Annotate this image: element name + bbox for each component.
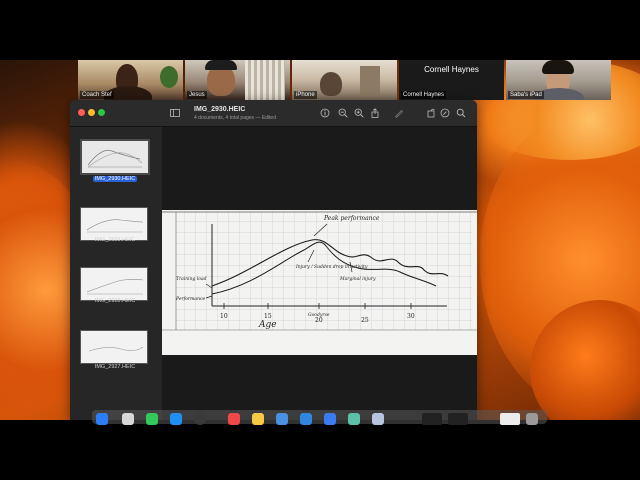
participant-name: iPhone — [294, 91, 317, 99]
rotate-icon[interactable] — [426, 108, 436, 118]
thumbnail-sidebar: IMG_2930.HEIC IMG_2929.HEIC IMG_2928.HEI… — [70, 127, 162, 420]
video-tiles: Coach Stef Jesus iPhone Cornell Haynes C… — [78, 60, 612, 100]
preview-icon[interactable] — [276, 413, 288, 425]
zoom-button[interactable] — [98, 109, 105, 116]
sketch-tick-label: 20 — [315, 317, 323, 324]
participant-name: Cornell Haynes — [401, 91, 447, 99]
markup-toolbar-icon[interactable] — [440, 108, 450, 118]
sketch-photo: Peak performance Age Training load Perfo… — [162, 210, 477, 355]
messages-icon[interactable] — [146, 413, 158, 425]
zoom-in-icon[interactable] — [354, 108, 364, 118]
window-title: IMG_2930.HEIC — [194, 106, 246, 113]
participant-name: Coach Stef — [80, 91, 114, 99]
minimize-button[interactable] — [88, 109, 95, 116]
window-thumbnail[interactable] — [500, 413, 520, 425]
sidebar-icon[interactable] — [170, 108, 180, 118]
document-viewer[interactable]: Peak performance Age Training load Perfo… — [162, 127, 477, 420]
zoom-out-icon[interactable] — [338, 108, 348, 118]
video-tile[interactable]: iPhone — [292, 60, 397, 100]
app-icon[interactable] — [372, 413, 384, 425]
info-icon[interactable] — [320, 108, 330, 118]
dock — [92, 410, 547, 425]
participant-name: Saba's iPad — [508, 91, 544, 99]
window-titlebar[interactable]: IMG_2930.HEIC 4 documents, 4 total pages… — [70, 100, 477, 127]
window-subtitle: 4 documents, 4 total pages — Edited — [194, 115, 276, 121]
launchpad-icon[interactable] — [122, 413, 134, 425]
video-tile[interactable]: Coach Stef — [78, 60, 183, 100]
thumbnail-image[interactable] — [80, 207, 148, 241]
sketch-tick-label: 10 — [220, 313, 228, 320]
thumbnail-label: IMG_2927.HEIC — [94, 364, 136, 370]
sketch-ylabel-bottom: Performance — [175, 296, 206, 302]
safari-icon[interactable] — [300, 413, 312, 425]
sketch-annotation: Injury / Sudden drop in activity — [295, 264, 368, 270]
video-tile[interactable]: Jesus — [185, 60, 290, 100]
thumbnail-label: IMG_2930.HEIC — [92, 176, 138, 182]
finder-icon[interactable] — [96, 413, 108, 425]
participant-name: Jesus — [187, 91, 207, 99]
sketch-annotation: Marginal injury — [339, 276, 376, 282]
window-thumbnail[interactable] — [422, 413, 442, 425]
sketch-title: Peak performance — [323, 215, 380, 222]
preview-window: IMG_2930.HEIC 4 documents, 4 total pages… — [70, 100, 477, 420]
sketch-ylabel-top: Training load — [176, 276, 207, 282]
video-tile[interactable]: Cornell Haynes Cornell Haynes — [399, 60, 504, 100]
sketch-xlabel: Age — [258, 320, 277, 330]
window-thumbnail[interactable] — [448, 413, 468, 425]
thumbnail-label: IMG_2929.HEIC — [94, 237, 136, 243]
letterbox-top — [0, 0, 640, 60]
thumbnail-image[interactable] — [80, 330, 148, 364]
sketch-tick-label: 15 — [264, 313, 272, 320]
thumbnail-image[interactable] — [80, 267, 148, 301]
notes-icon[interactable] — [252, 413, 264, 425]
participant-banner: Cornell Haynes — [424, 65, 479, 74]
sketch-tick-label: 25 — [361, 317, 369, 324]
video-tile[interactable]: Saba's iPad — [506, 60, 611, 100]
search-icon[interactable] — [456, 108, 466, 118]
app-store-icon[interactable] — [170, 413, 182, 425]
sketch-tick-label: 30 — [407, 313, 415, 320]
thumbnail-label: IMG_2928.HEIC — [94, 298, 136, 304]
letterbox-bottom — [0, 420, 640, 480]
close-button[interactable] — [78, 109, 85, 116]
zoom-icon[interactable] — [324, 413, 336, 425]
share-icon[interactable] — [370, 108, 380, 118]
settings-icon[interactable] — [194, 413, 206, 425]
thumbnail-image[interactable] — [80, 139, 150, 175]
calendar-icon[interactable] — [228, 413, 240, 425]
app-icon[interactable] — [348, 413, 360, 425]
markup-icon[interactable] — [394, 108, 404, 119]
trash-icon[interactable] — [526, 413, 538, 425]
